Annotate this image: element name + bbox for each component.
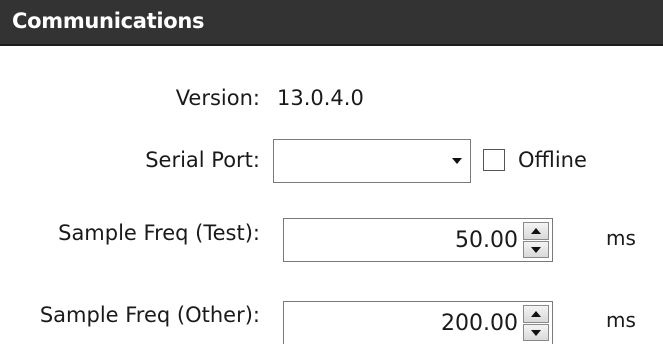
sample-freq-test-value[interactable]: 50.00	[455, 228, 518, 253]
sample-freq-test-label: Sample Freq (Test):	[58, 221, 260, 245]
sample-freq-test-spin-buttons	[523, 222, 549, 258]
chevron-up-icon	[531, 311, 541, 317]
sample-freq-other-increment-button[interactable]	[523, 305, 549, 323]
sample-freq-other-value[interactable]: 200.00	[441, 311, 518, 336]
panel-title: Communications	[12, 9, 205, 33]
version-value: 13.0.4.0	[277, 86, 364, 110]
chevron-down-icon[interactable]	[452, 158, 462, 164]
sample-freq-test-unit: ms	[606, 226, 636, 250]
serial-port-label: Serial Port:	[145, 148, 260, 172]
chevron-down-icon	[531, 329, 541, 336]
offline-checkbox[interactable]	[483, 149, 505, 171]
chevron-up-icon	[531, 228, 541, 234]
sample-freq-test-stepper[interactable]: 50.00	[283, 218, 553, 262]
sample-freq-other-unit: ms	[606, 308, 636, 332]
chevron-down-icon	[531, 246, 541, 253]
communications-panel: Communications Version: 13.0.4.0 Serial …	[0, 0, 663, 344]
sample-freq-test-increment-button[interactable]	[523, 222, 549, 240]
version-label: Version:	[175, 86, 260, 110]
sample-freq-other-decrement-button[interactable]	[523, 323, 549, 341]
panel-header: Communications	[0, 0, 663, 46]
serial-port-dropdown[interactable]	[273, 139, 471, 183]
sample-freq-other-spin-buttons	[523, 305, 549, 341]
sample-freq-other-label: Sample Freq (Other):	[39, 303, 260, 327]
sample-freq-other-stepper[interactable]: 200.00	[283, 301, 553, 344]
sample-freq-test-decrement-button[interactable]	[523, 240, 549, 258]
offline-label[interactable]: Offline	[518, 148, 587, 172]
